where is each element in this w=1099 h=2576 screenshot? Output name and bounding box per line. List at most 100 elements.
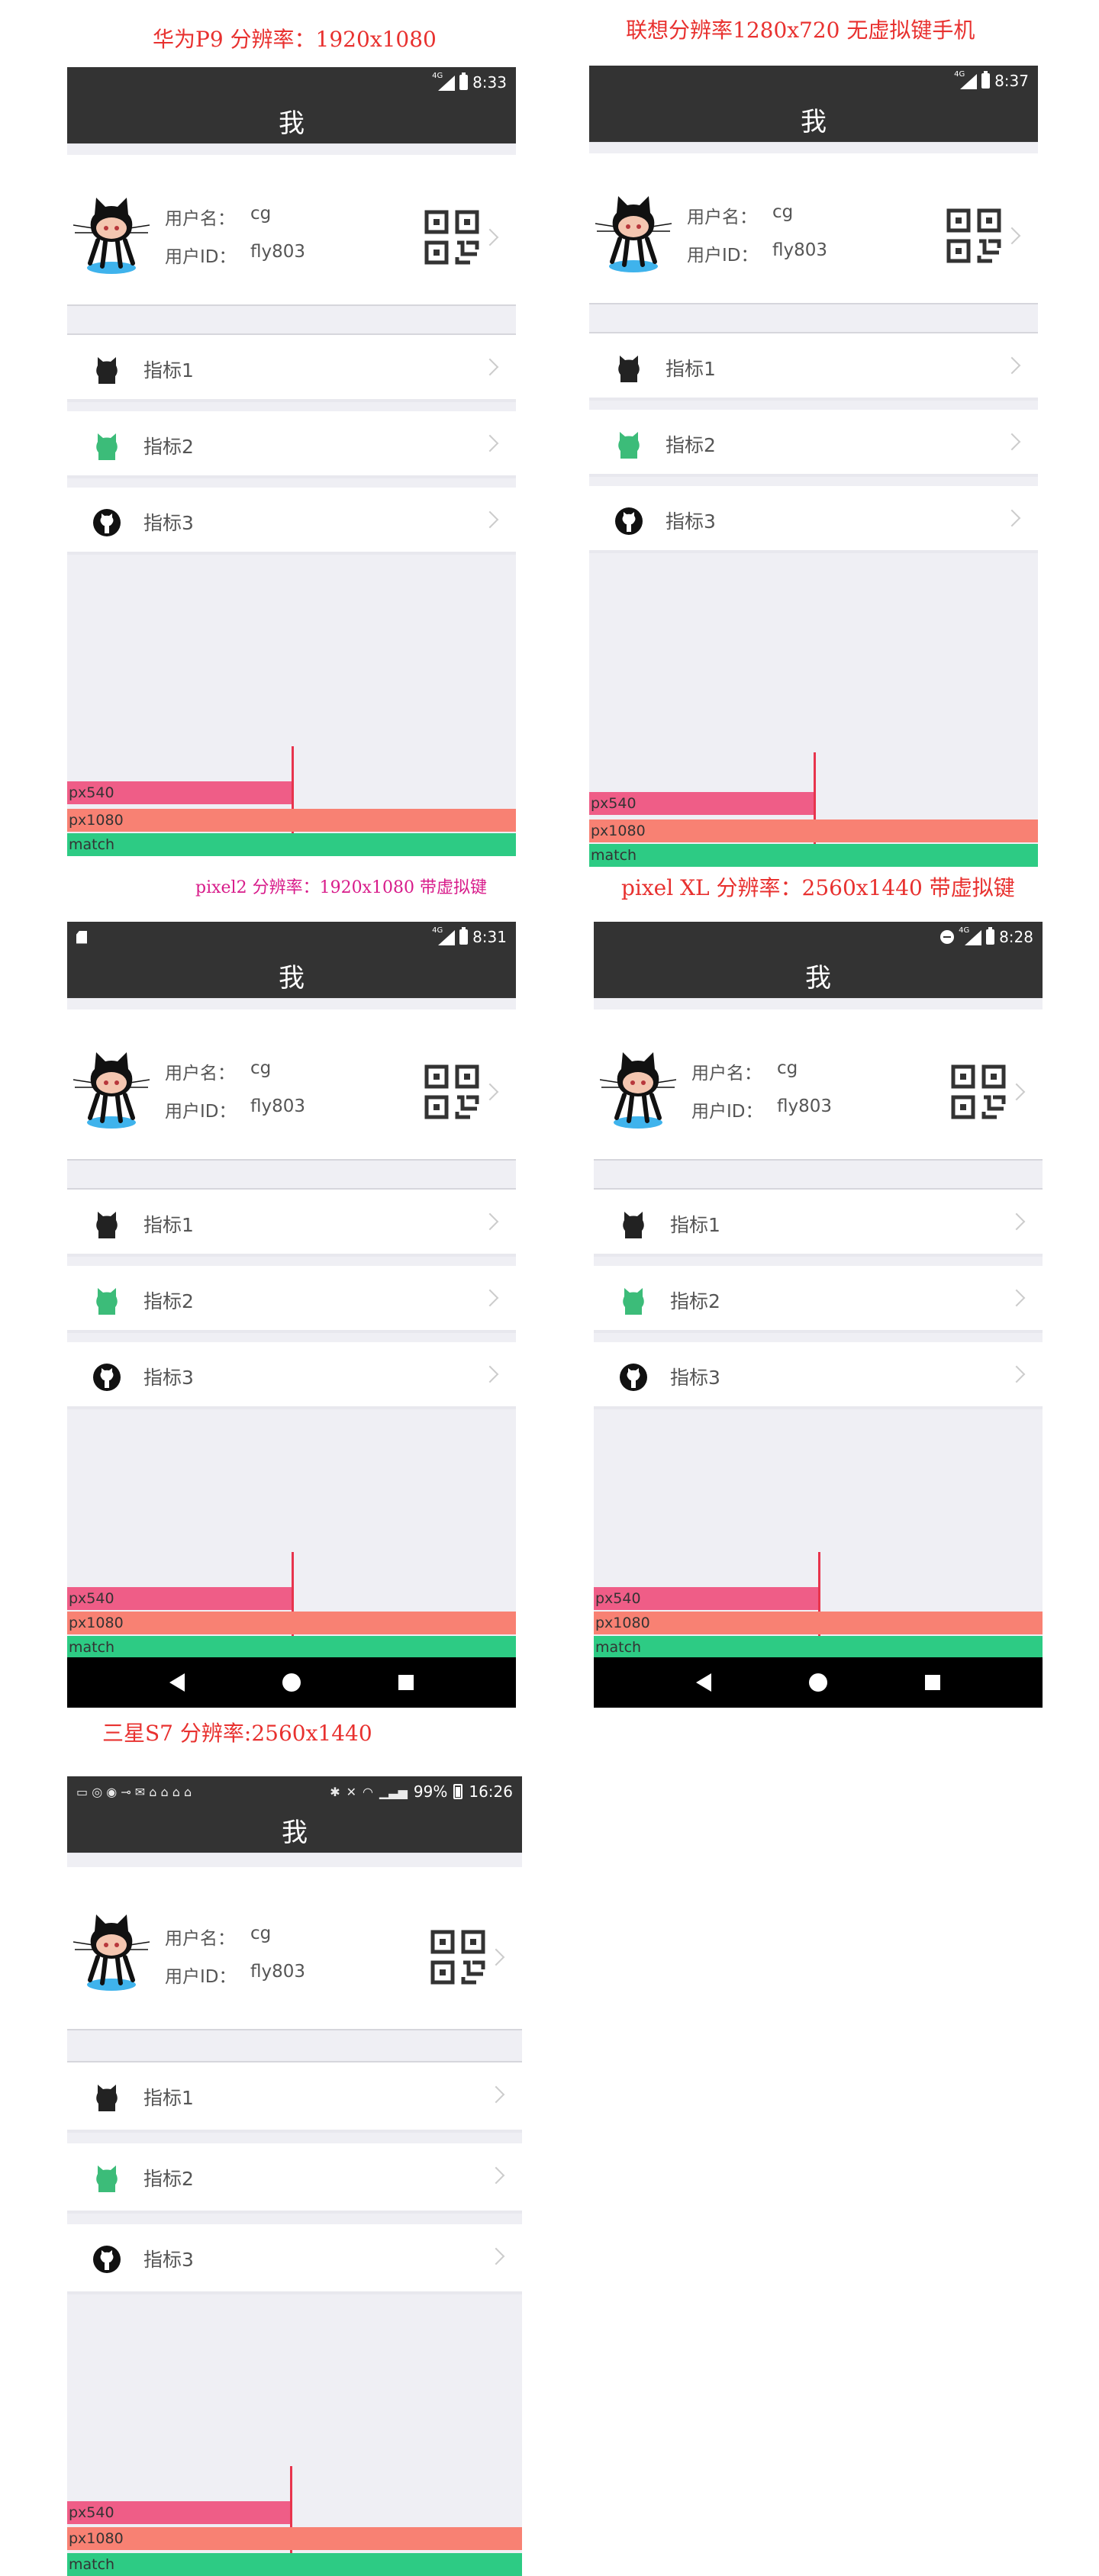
list-item-metric-3[interactable]: 指标3 [67, 488, 516, 555]
status-time: 8:33 [472, 73, 507, 92]
home-button-icon[interactable] [282, 1673, 301, 1692]
chevron-right-icon [481, 1083, 499, 1101]
list-item-metric-3[interactable]: 指标3 [67, 1342, 516, 1409]
profile-card[interactable]: 用户名： cg 用户ID： fly803 [67, 1009, 516, 1161]
username-value: cg [777, 1058, 798, 1078]
github-mark-icon [93, 2246, 121, 2273]
list-item-metric-1[interactable]: 指标1 [67, 1190, 516, 1257]
phone-huawei: 4G 8:33 我 用户名： cg 用户ID： fly803 指标1 指标2 指… [67, 67, 516, 856]
status-bar: 4G 8:28 [594, 922, 1043, 952]
list-item-metric-2[interactable]: 指标2 [67, 2143, 522, 2214]
bar-match: match [594, 1636, 1043, 1659]
profile-card[interactable]: 用户名： cg 用户ID： fly803 [67, 1867, 522, 2030]
navigation-bar [594, 1657, 1043, 1708]
bar-px540: px540 [589, 792, 814, 815]
userid-value: fly803 [250, 1096, 305, 1116]
qr-code-icon[interactable] [424, 1064, 479, 1119]
list-item-metric-2[interactable]: 指标2 [67, 1266, 516, 1333]
signal-icon: 4G [432, 72, 456, 91]
userid-label: 用户ID： [165, 1102, 237, 1122]
list-item-metric-2[interactable]: 指标2 [67, 411, 516, 478]
qr-code-icon[interactable] [430, 1930, 485, 1985]
qr-code-icon[interactable] [951, 1064, 1006, 1119]
chevron-right-icon [481, 1365, 499, 1383]
list-item-metric-3[interactable]: 指标3 [67, 2224, 522, 2294]
phone-samsung: ▭ ◎ ◉ ⊸ ✉ ⌂ ⌂ ⌂ ⌂ ✱ ✕ ◠ ▁▃▅ 99% 16:26 我 … [67, 1776, 522, 2576]
list-item-metric-3[interactable]: 指标3 [594, 1342, 1043, 1409]
notification-icons: ▭ ◎ ◉ ⊸ ✉ ⌂ ⌂ ⌂ ⌂ [76, 1784, 192, 1799]
back-button-icon[interactable] [696, 1673, 711, 1692]
userid-value: fly803 [777, 1096, 832, 1116]
octocat-avatar-icon [73, 1052, 150, 1129]
github-octocat-green-icon [96, 2165, 118, 2192]
list-item-metric-1[interactable]: 指标1 [67, 2062, 522, 2133]
resolution-bars: px540 px1080 match [67, 1552, 516, 1659]
battery-icon [459, 927, 469, 945]
userid-label: 用户ID： [687, 246, 759, 266]
recents-button-icon[interactable] [398, 1675, 414, 1690]
mute-icon: ✕ [346, 1784, 357, 1799]
metric-3-label: 指标3 [143, 1367, 194, 1389]
metric-3-label: 指标3 [666, 510, 716, 533]
bar-px540: px540 [67, 2501, 290, 2524]
github-octocat-black-icon [96, 2085, 118, 2111]
home-button-icon[interactable] [809, 1673, 827, 1692]
list-item-metric-1[interactable]: 指标1 [67, 335, 516, 402]
signal-bars-icon: ▁▃▅ [379, 1784, 408, 1799]
chevron-right-icon [481, 510, 499, 529]
username-label: 用户名： [165, 1064, 235, 1084]
metric-1-label: 指标1 [143, 359, 194, 382]
bar-px1080: px1080 [594, 1612, 1043, 1634]
chevron-right-icon [1007, 1083, 1026, 1101]
list-item-metric-1[interactable]: 指标1 [589, 333, 1038, 401]
caption-pixelxl: pixel XL 分辨率：2560x1440 带虚拟键 [621, 875, 1015, 900]
chevron-right-icon [487, 2166, 505, 2185]
metric-1-label: 指标1 [670, 1214, 720, 1236]
list-item-metric-2[interactable]: 指标2 [589, 410, 1038, 477]
metric-2-label: 指标2 [670, 1290, 720, 1312]
profile-card[interactable]: 用户名： cg 用户ID： fly803 [594, 1009, 1043, 1161]
page-title: 我 [67, 98, 516, 143]
octocat-avatar-icon [73, 198, 150, 274]
userid-value: fly803 [250, 1962, 305, 1982]
bar-px540: px540 [67, 1587, 292, 1610]
bar-match: match [67, 2553, 522, 2576]
list-item-metric-3[interactable]: 指标3 [589, 486, 1038, 553]
qr-code-icon[interactable] [946, 208, 1001, 263]
chevron-right-icon [1003, 509, 1021, 527]
metric-2-label: 指标2 [143, 2168, 194, 2190]
chevron-right-icon [481, 1212, 499, 1231]
sd-card-icon [76, 930, 87, 944]
chevron-right-icon [481, 358, 499, 376]
userid-value: fly803 [772, 240, 827, 260]
list-item-metric-1[interactable]: 指标1 [594, 1190, 1043, 1257]
resolution-bars: px540 px1080 match [67, 746, 516, 856]
chevron-right-icon [1003, 227, 1021, 245]
profile-card[interactable]: 用户名： cg 用户ID： fly803 [589, 153, 1038, 304]
userid-label: 用户ID： [691, 1102, 763, 1122]
page-title: 我 [589, 96, 1038, 142]
username-label: 用户名： [691, 1064, 762, 1084]
metric-3-label: 指标3 [143, 512, 194, 534]
chevron-right-icon [1007, 1289, 1026, 1307]
userid-label: 用户ID： [165, 1967, 237, 1987]
bar-match: match [67, 1636, 516, 1659]
page-title: 我 [67, 1807, 522, 1853]
octocat-avatar-icon [600, 1052, 676, 1129]
metric-2-label: 指标2 [143, 1290, 194, 1312]
do-not-disturb-icon [940, 930, 955, 944]
battery-icon [453, 1784, 463, 1799]
chevron-right-icon [487, 2085, 505, 2104]
battery-icon [981, 71, 991, 89]
list-item-metric-2[interactable]: 指标2 [594, 1266, 1043, 1333]
github-mark-icon [93, 1364, 121, 1391]
profile-card[interactable]: 用户名： cg 用户ID： fly803 [67, 155, 516, 306]
recents-button-icon[interactable] [925, 1675, 940, 1690]
bar-px1080: px1080 [67, 1612, 516, 1634]
bar-px1080: px1080 [589, 819, 1038, 842]
github-mark-icon [615, 507, 643, 535]
wifi-icon: ◠ [363, 1784, 373, 1799]
qr-code-icon[interactable] [424, 210, 479, 265]
back-button-icon[interactable] [169, 1673, 185, 1692]
username-label: 用户名： [165, 209, 235, 229]
